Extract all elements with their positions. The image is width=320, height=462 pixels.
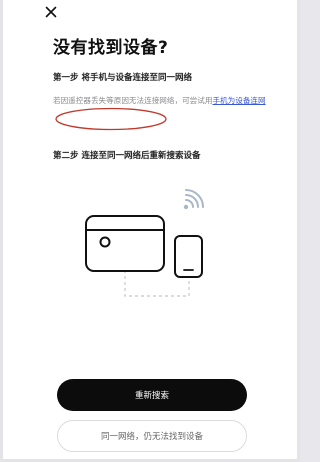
still-not-found-button[interactable]: 同一网络，仍无法找到设备 (57, 420, 247, 452)
step1-hint: 若因遥控器丢失等原因无法连接网络，可尝试用手机为设备连网 (53, 92, 275, 109)
close-button[interactable] (43, 4, 59, 20)
phone-icon (174, 235, 203, 278)
network-illustration (78, 186, 228, 306)
step1-label: 第一步 将手机与设备连接至同一网络 (53, 73, 192, 83)
connect-device-link[interactable]: 手机为设备连网 (212, 96, 265, 105)
no-device-found-screen: 没有找到设备? 第一步 将手机与设备连接至同一网络 若因遥控器丢失等原因无法连接… (0, 0, 300, 462)
page-title: 没有找到设备? (53, 38, 169, 58)
step2-label: 第二步 连接至同一网络后重新搜索设备 (53, 151, 201, 161)
step1-hint-text: 若因遥控器丢失等原因无法连接网络，可尝试用 (53, 96, 213, 105)
wifi-icon (183, 189, 204, 210)
annotation-circle (55, 107, 167, 131)
research-button[interactable]: 重新搜索 (57, 379, 247, 411)
tv-icon (85, 215, 165, 272)
close-icon (45, 6, 57, 18)
